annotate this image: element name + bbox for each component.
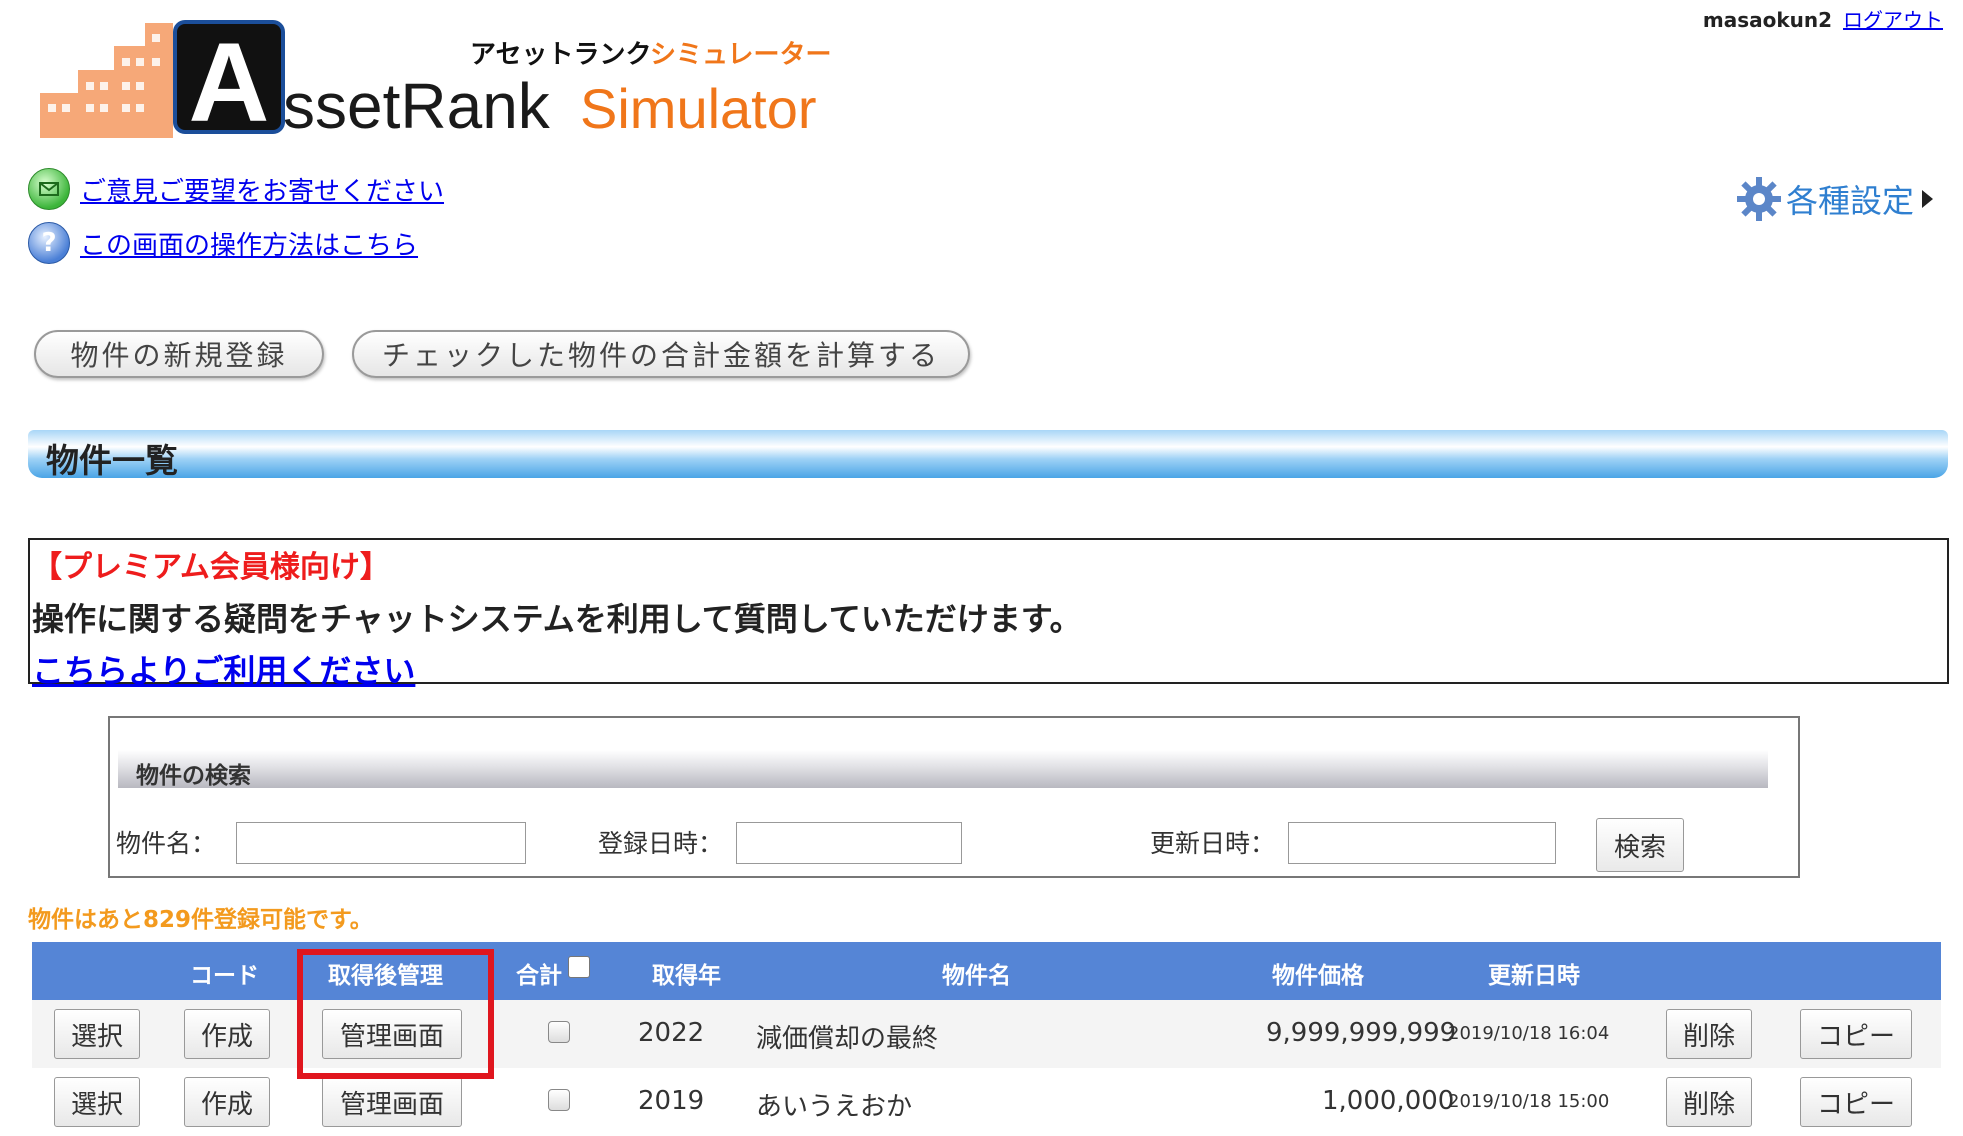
select-button[interactable]: 選択	[54, 1009, 140, 1059]
row-checkbox[interactable]	[548, 1089, 570, 1111]
row-checkbox[interactable]	[548, 1021, 570, 1043]
manage-button[interactable]: 管理画面	[322, 1009, 462, 1059]
manage-button[interactable]: 管理画面	[322, 1077, 462, 1127]
search-button[interactable]: 検索	[1596, 818, 1684, 872]
notice-body: 操作に関する疑問をチャットシステムを利用して質問していただけます。	[32, 600, 1082, 638]
header-name: 物件名	[942, 963, 1011, 989]
search-heading-bar: 物件の検索	[118, 750, 1768, 789]
updated-date-label: 更新日時：	[1150, 829, 1276, 858]
svg-text:ssetRank: ssetRank	[283, 70, 551, 142]
header-updated: 更新日時	[1488, 963, 1580, 989]
svg-text:A: A	[189, 20, 270, 143]
help-icon: ?	[28, 222, 70, 264]
premium-notice: 【プレミアム会員様向け】 操作に関する疑問をチャットシステムを利用して質問してい…	[28, 538, 1949, 690]
delete-button[interactable]: 削除	[1666, 1077, 1752, 1127]
arrow-right-icon	[1922, 190, 1933, 208]
search-panel: 物件の検索 物件名： 登録日時： 更新日時： 検索	[108, 716, 1800, 878]
remaining-count: 物件はあと829件登録可能です。	[28, 907, 373, 933]
table-row: 選択 作成 管理画面 2019 あいうえおか 1,000,000 2019/10…	[32, 1068, 1941, 1136]
select-button[interactable]: 選択	[54, 1077, 140, 1127]
row-updated: 2019/10/18 16:04	[1448, 1023, 1610, 1044]
row-name: 減価償却の最終	[756, 1024, 939, 1054]
row-year: 2022	[638, 1018, 705, 1048]
row-name: あいうえおか	[756, 1092, 913, 1122]
copy-button[interactable]: コピー	[1800, 1009, 1912, 1059]
gear-icon	[1736, 177, 1781, 221]
settings-link[interactable]: 各種設定	[1736, 176, 1933, 222]
create-button[interactable]: 作成	[184, 1077, 270, 1127]
updated-date-input[interactable]	[1288, 822, 1556, 864]
section-title: 物件一覧	[46, 441, 178, 480]
mail-icon	[28, 168, 70, 210]
svg-text:Simulator: Simulator	[580, 77, 817, 140]
copy-button[interactable]: コピー	[1800, 1077, 1912, 1127]
registered-date-input[interactable]	[736, 822, 962, 864]
header-total: 合計	[516, 956, 590, 990]
notice-heading: 【プレミアム会員様向け】	[32, 550, 390, 585]
header-price: 物件価格	[1272, 963, 1364, 989]
create-button[interactable]: 作成	[184, 1009, 270, 1059]
feedback-row: ご意見ご要望をお寄せください	[28, 168, 444, 210]
feedback-link[interactable]: ご意見ご要望をお寄せください	[80, 171, 444, 208]
row-updated: 2019/10/18 15:00	[1448, 1091, 1610, 1112]
svg-text:シミュレーター: シミュレーター	[650, 40, 831, 70]
user-bar: masaokun2 ログアウト	[1703, 4, 1943, 33]
logo-graphic: A ssetRank Simulator アセットランク シミュレーター	[40, 20, 831, 145]
section-header: 物件一覧	[28, 430, 1948, 480]
property-name-label: 物件名：	[116, 829, 217, 858]
header-post-mgmt: 取得後管理	[328, 963, 443, 989]
notice-link[interactable]: こちらよりご利用ください	[32, 646, 415, 692]
row-price: 9,999,999,999	[1266, 1018, 1457, 1048]
svg-text:アセットランク: アセットランク	[470, 40, 651, 70]
row-price: 1,000,000	[1322, 1086, 1455, 1116]
help-row: ? この画面の操作方法はこちら	[28, 222, 418, 264]
header-code: コード	[190, 963, 259, 989]
registered-date-label: 登録日時：	[598, 829, 724, 858]
table-row: 選択 作成 管理画面 2022 減価償却の最終 9,999,999,999 20…	[32, 1000, 1941, 1068]
header-year: 取得年	[652, 963, 721, 989]
username: masaokun2	[1702, 8, 1833, 32]
settings-label: 各種設定	[1785, 182, 1914, 220]
select-all-checkbox[interactable]	[568, 956, 590, 978]
app-logo: A ssetRank Simulator アセットランク シミュレーター	[40, 18, 840, 145]
logout-link[interactable]: ログアウト	[1843, 8, 1943, 32]
new-property-button[interactable]: 物件の新規登録	[34, 330, 324, 378]
delete-button[interactable]: 削除	[1666, 1009, 1752, 1059]
property-name-input[interactable]	[236, 822, 526, 864]
table-header: コード 取得後管理 合計 取得年 物件名 物件価格 更新日時	[32, 942, 1941, 1000]
help-link[interactable]: この画面の操作方法はこちら	[80, 225, 418, 262]
search-heading: 物件の検索	[136, 763, 251, 789]
calc-total-button[interactable]: チェックした物件の合計金額を計算する	[352, 330, 970, 378]
row-year: 2019	[638, 1086, 705, 1116]
property-table: コード 取得後管理 合計 取得年 物件名 物件価格 更新日時 選択 作成 管理画…	[32, 942, 1941, 1136]
